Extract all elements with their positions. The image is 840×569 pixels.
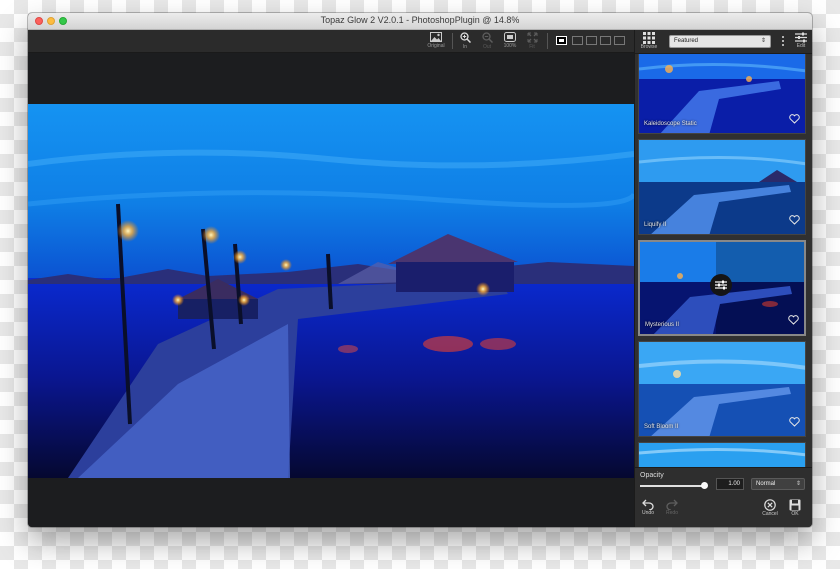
sliders-icon (795, 32, 807, 43)
zoom-100-label: 100% (503, 43, 517, 49)
undo-icon (642, 499, 654, 510)
adjust-preset-button[interactable] (710, 274, 732, 296)
image-icon (430, 32, 442, 42)
zoom-in-label: In (462, 44, 468, 50)
cancel-button[interactable]: Cancel (760, 499, 780, 517)
updown-arrows-icon: ⇕ (795, 481, 801, 487)
grid-icon (643, 32, 655, 44)
toolbar-divider (547, 33, 548, 49)
blend-mode-dropdown[interactable]: Normal ⇕ (751, 478, 805, 490)
zoom-out-button[interactable]: Out (478, 32, 496, 51)
category-dropdown[interactable]: Featured ⇕ (669, 35, 771, 48)
zoom-100-button[interactable]: 100% (501, 32, 519, 51)
toolbar-divider (452, 33, 453, 49)
single-view-button[interactable] (556, 36, 567, 45)
favorite-heart-icon[interactable] (789, 414, 800, 432)
opacity-controls: Opacity 1.00 Normal ⇕ Undo Redo Cancel O… (635, 467, 812, 527)
updown-arrows-icon: ⇕ (760, 38, 766, 44)
original-label: Original (427, 43, 445, 49)
preview-area: Original In Out 100% Fit (28, 30, 634, 527)
side-by-side-view-button[interactable] (600, 36, 611, 45)
preset-thumbnail[interactable]: Soft Bloom II (638, 341, 806, 437)
zoom-in-icon (459, 32, 471, 43)
preset-preview-image (639, 443, 805, 467)
opacity-slider[interactable] (640, 482, 708, 489)
app-window: Topaz Glow 2 V2.0.1 - PhotoshopPlugin @ … (28, 13, 812, 527)
opacity-label: Opacity (640, 472, 664, 479)
redo-button[interactable]: Redo (662, 499, 682, 516)
favorite-heart-icon[interactable] (789, 111, 800, 129)
preset-thumbnail[interactable]: Kaleidoscope Static (638, 54, 806, 134)
preset-thumbnail[interactable]: Liquify II (638, 139, 806, 235)
preset-thumbnail-selected[interactable]: Mysterious II (638, 240, 806, 336)
fit-icon (527, 32, 537, 43)
preset-name: Soft Bloom II (644, 424, 679, 430)
zoom-out-icon (481, 32, 493, 43)
undo-button[interactable]: Undo (638, 499, 658, 516)
preset-list[interactable]: Kaleidoscope Static Liquify II Mysteriou… (635, 54, 812, 467)
preview-image (28, 104, 634, 478)
opacity-value-field[interactable]: 1.00 (716, 478, 744, 490)
favorite-heart-icon[interactable] (788, 312, 799, 330)
split-view-horizontal-button[interactable] (586, 36, 597, 45)
ok-button[interactable]: OK (785, 499, 805, 517)
original-button[interactable]: Original (427, 32, 445, 51)
fit-button[interactable]: Fit (523, 32, 541, 51)
panel-header: Browse Featured ⇕ Edit (635, 30, 812, 54)
opacity-slider-handle[interactable] (701, 482, 708, 489)
edit-button[interactable]: Edit (792, 32, 810, 49)
preset-preview-image (639, 342, 805, 436)
sliders-icon (715, 280, 727, 290)
undo-label: Undo (642, 510, 654, 516)
edit-label: Edit (796, 43, 806, 49)
cancel-label: Cancel (762, 511, 778, 517)
title-bar[interactable]: Topaz Glow 2 V2.0.1 - PhotoshopPlugin @ … (28, 13, 812, 30)
preset-name: Kaleidoscope Static (644, 121, 697, 127)
split-view-vertical-button[interactable] (572, 36, 583, 45)
blend-mode-selected: Normal (756, 481, 776, 487)
opacity-slider-fill (640, 485, 704, 487)
ok-label: OK (791, 511, 799, 517)
save-icon (789, 499, 801, 511)
preset-name: Mysterious II (645, 322, 680, 328)
browse-label: Browse (640, 44, 658, 50)
window-title: Topaz Glow 2 V2.0.1 - PhotoshopPlugin @ … (320, 15, 520, 25)
favorite-heart-icon[interactable] (789, 212, 800, 230)
more-options-button[interactable] (781, 36, 785, 48)
redo-label: Redo (666, 510, 678, 516)
preview-toolbar: Original In Out 100% Fit (28, 30, 634, 53)
zoom-out-label: Out (482, 44, 492, 50)
fit-label: Fit (529, 44, 535, 50)
presets-panel: Browse Featured ⇕ Edit Kaleidoscope Stat… (634, 30, 812, 527)
preview-canvas[interactable] (28, 104, 634, 478)
redo-icon (666, 499, 678, 510)
actual-size-icon (504, 32, 516, 42)
browse-button[interactable]: Browse (639, 32, 659, 50)
cancel-icon (764, 499, 776, 511)
stacked-view-button[interactable] (614, 36, 625, 45)
preset-name: Liquify II (644, 222, 667, 228)
single-view-icon (559, 39, 564, 42)
category-selected: Featured (674, 38, 699, 44)
zoom-in-button[interactable]: In (456, 32, 474, 51)
preset-preview-image (639, 140, 805, 234)
preset-thumbnail[interactable] (638, 442, 806, 467)
